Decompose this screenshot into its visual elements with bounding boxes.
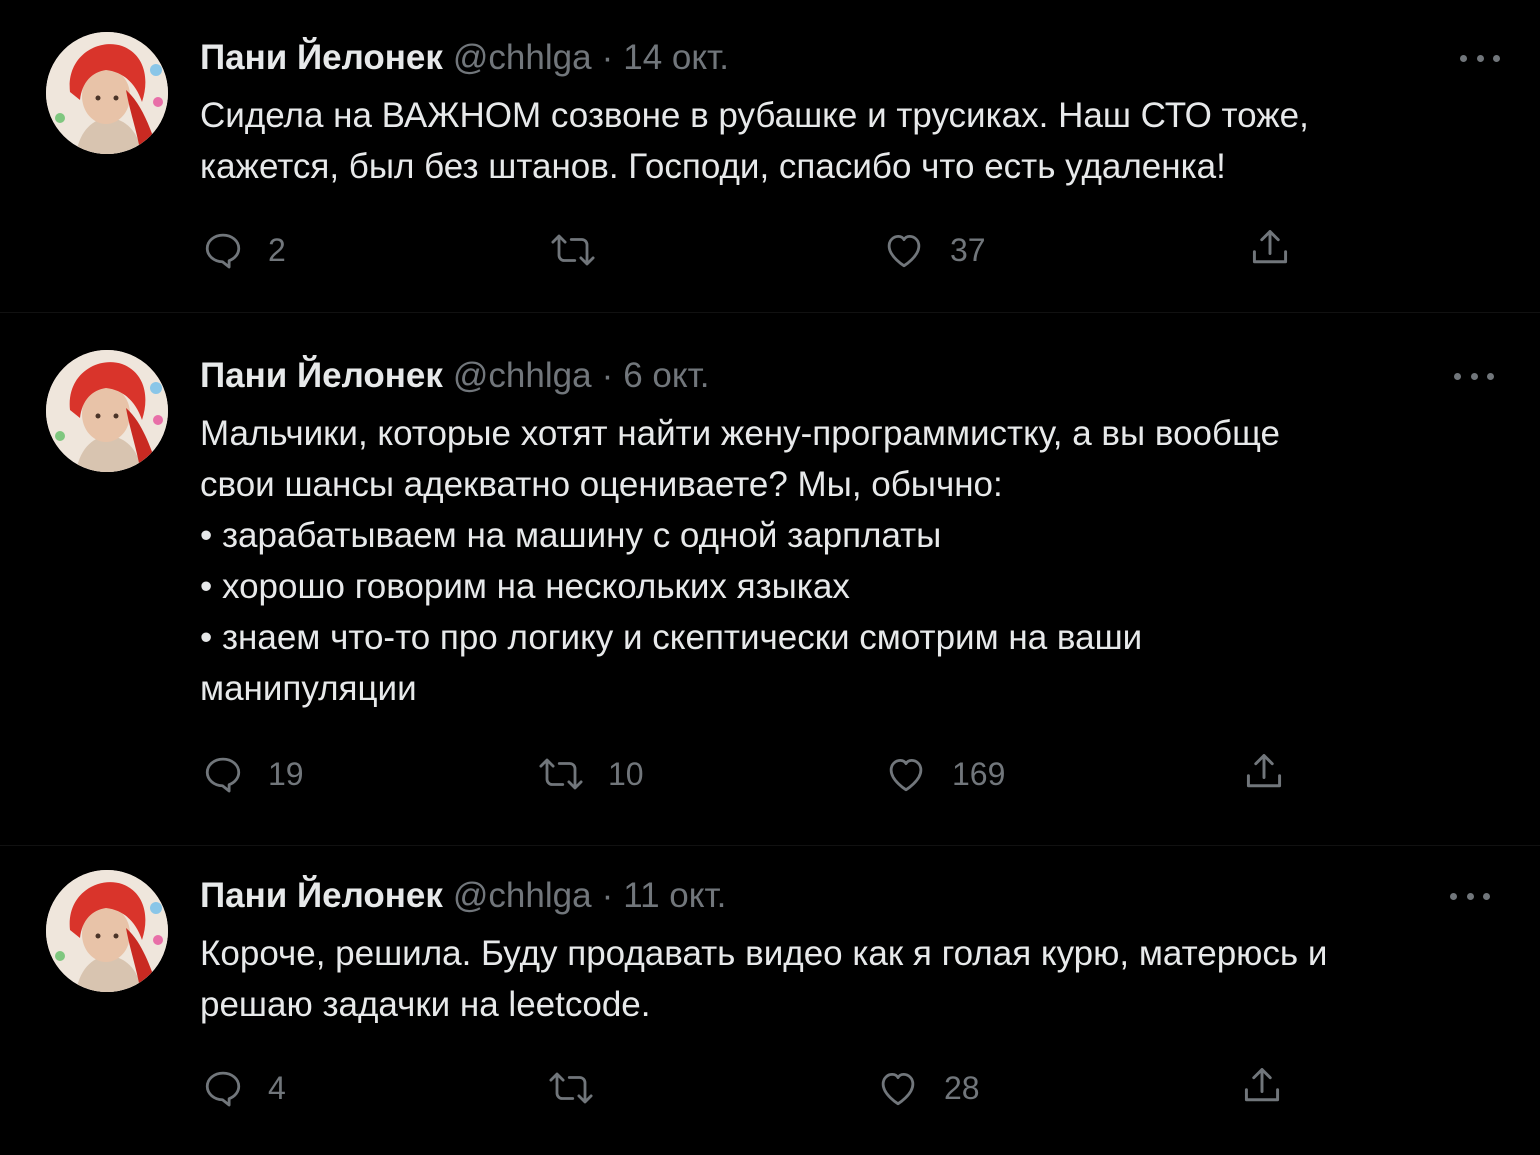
tweet-text-line: Короче, решила. Буду продавать видео как… <box>200 934 1328 973</box>
reply-button[interactable]: 4 <box>202 1066 286 1110</box>
tweet-header: Пани Йелонек @chhlga · 11 окт. <box>200 874 726 918</box>
tweet-text-line: • знаем что-то про логику и скептически … <box>200 618 1143 657</box>
like-count: 169 <box>952 755 1006 792</box>
retweet-count: 10 <box>608 755 644 792</box>
share-button[interactable] <box>1248 226 1292 270</box>
author-handle[interactable]: @chhlga <box>453 38 592 78</box>
tweet-text-line: кажется, был без штанов. Господи, спасиб… <box>200 147 1226 186</box>
tweet-header: Пани Йелонек @chhlga · 14 окт. <box>200 36 729 80</box>
separator-dot: · <box>601 876 614 915</box>
tweet-header: Пани Йелонек @chhlga · 6 окт. <box>200 354 709 398</box>
like-count: 28 <box>944 1069 980 1106</box>
tweet-text-line: свои шансы адекватно оцениваете? Мы, обы… <box>200 465 1003 504</box>
author-name[interactable]: Пани Йелонек <box>200 356 443 396</box>
tweet-date[interactable]: 11 окт. <box>623 876 726 916</box>
share-icon <box>1240 1064 1284 1108</box>
share-icon <box>1242 750 1286 794</box>
share-icon <box>1248 226 1292 270</box>
tweet-date[interactable]: 6 окт. <box>623 356 709 396</box>
tweet-text: Короче, решила. Буду продавать видео как… <box>200 928 1500 1030</box>
separator-dot: · <box>601 356 614 395</box>
retweet-icon <box>538 753 584 795</box>
tweet[interactable]: Пани Йелонек @chhlga · 6 окт. Мальчики, … <box>0 330 1540 830</box>
tweet-text-line: • зарабатываем на машину с одной зарплат… <box>200 516 942 555</box>
author-handle[interactable]: @chhlga <box>453 356 592 396</box>
like-icon <box>882 229 926 271</box>
tweet-text-line: манипуляции <box>200 669 417 708</box>
avatar[interactable] <box>46 870 168 992</box>
reply-button[interactable]: 2 <box>202 228 286 272</box>
tweet-text-line: Сидела на ВАЖНОМ созвоне в рубашке и тру… <box>200 96 1309 135</box>
reply-icon <box>202 229 244 271</box>
author-name[interactable]: Пани Йелонек <box>200 38 443 78</box>
more-options-icon[interactable] <box>1454 361 1494 391</box>
tweet-text: Сидела на ВАЖНОМ созвоне в рубашке и тру… <box>200 90 1500 192</box>
author-name[interactable]: Пани Йелонек <box>200 876 443 916</box>
like-button[interactable]: 37 <box>882 228 986 272</box>
tweet-text-line: Мальчики, которые хотят найти жену-прогр… <box>200 414 1280 453</box>
like-button[interactable]: 169 <box>884 752 1005 796</box>
retweet-button[interactable] <box>548 1066 618 1110</box>
tweet[interactable]: Пани Йелонек @chhlga · 11 окт. Короче, р… <box>0 850 1540 1155</box>
like-icon <box>884 753 928 795</box>
more-options-icon[interactable] <box>1460 43 1500 73</box>
author-handle[interactable]: @chhlga <box>453 876 592 916</box>
tweet-divider <box>0 845 1540 846</box>
avatar[interactable] <box>46 350 168 472</box>
share-button[interactable] <box>1240 1064 1284 1108</box>
tweet-text-line: • хорошо говорим на нескольких языках <box>200 567 850 606</box>
more-options-icon[interactable] <box>1450 881 1490 911</box>
retweet-button[interactable]: 10 <box>538 752 644 796</box>
avatar[interactable] <box>46 32 168 154</box>
like-icon <box>876 1067 920 1109</box>
tweet-text: Мальчики, которые хотят найти жену-прогр… <box>200 408 1500 714</box>
tweet-date[interactable]: 14 окт. <box>623 38 729 78</box>
retweet-button[interactable] <box>550 228 620 272</box>
tweet-text-line: решаю задачки на leetcode. <box>200 985 651 1024</box>
tweet-divider <box>0 312 1540 313</box>
retweet-icon <box>548 1067 594 1109</box>
share-button[interactable] <box>1242 750 1286 794</box>
reply-icon <box>202 1067 244 1109</box>
reply-count: 19 <box>268 755 304 792</box>
reply-count: 2 <box>268 231 286 268</box>
separator-dot: · <box>601 38 614 77</box>
reply-button[interactable]: 19 <box>202 752 304 796</box>
tweet[interactable]: Пани Йелонек @chhlga · 14 окт. Сидела на… <box>0 0 1540 300</box>
reply-count: 4 <box>268 1069 286 1106</box>
like-count: 37 <box>950 231 986 268</box>
like-button[interactable]: 28 <box>876 1066 980 1110</box>
reply-icon <box>202 753 244 795</box>
retweet-icon <box>550 229 596 271</box>
